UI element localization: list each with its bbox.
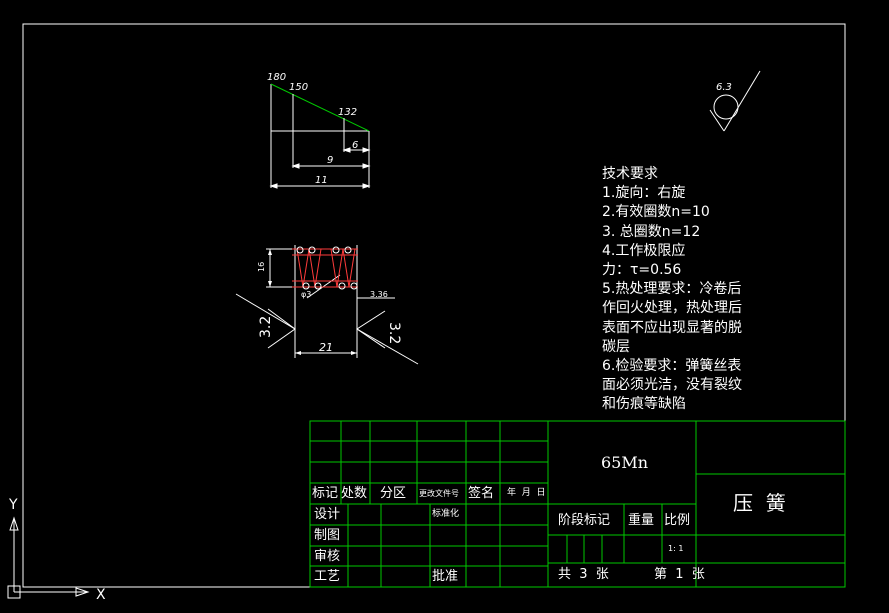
axis-y-label: Y <box>8 497 18 513</box>
part-name: 压 簧 <box>733 491 786 515</box>
req-line: 碳层 <box>602 338 630 355</box>
req-line: 和伤痕等缺陷 <box>602 396 686 413</box>
header-mark: 标记 <box>312 486 339 501</box>
total-sheets: 共 3 张 <box>558 567 609 582</box>
dim-label-9: 9 <box>327 155 333 166</box>
technical-requirements: 技术要求 1.旋向：右旋 2.有效圈数n=10 3. 总圈数n=12 4.工作极… <box>602 165 762 414</box>
force-diagram <box>269 83 371 189</box>
spring-dim-3-36: 3.36 <box>370 290 388 299</box>
row-standardize: 标准化 <box>432 509 460 519</box>
sheet-number: 第 1 张 <box>654 567 705 582</box>
roughness-left-label: 3.2 <box>258 316 274 338</box>
roughness-right-label: 3.2 <box>386 322 402 344</box>
force-label-180: 180 <box>267 72 286 83</box>
req-line: 面必须光洁，没有裂纹 <box>602 377 742 394</box>
row-process: 工艺 <box>314 569 341 584</box>
row-drawing: 制图 <box>314 528 341 543</box>
row-check: 审核 <box>314 549 341 564</box>
header-signature: 签名 <box>468 486 495 501</box>
weight-label: 重量 <box>628 513 655 528</box>
row-design: 设计 <box>314 507 341 522</box>
material-label: 65Mn <box>601 453 649 472</box>
roughness-label: 6.3 <box>716 82 732 93</box>
req-line: 作回火处理，热处理后 <box>602 300 742 317</box>
spring-dim-21: 21 <box>319 341 333 354</box>
req-line: 技术要求 <box>602 166 658 182</box>
row-approve: 批准 <box>432 569 459 584</box>
req-line: 1.旋向：右旋 <box>602 185 686 202</box>
req-line: 3. 总圈数n=12 <box>602 223 701 240</box>
ucs-icon <box>7 516 90 599</box>
dim-label-11: 11 <box>315 175 328 186</box>
force-label-150: 150 <box>289 82 308 93</box>
spring-dim-phi3: φ3 <box>301 290 311 299</box>
axis-x-label: X <box>96 587 106 603</box>
spring-dim-16: 16 <box>257 262 266 272</box>
req-line: 表面不应出现显著的脱 <box>602 319 742 336</box>
dim-label-6: 6 <box>352 140 358 151</box>
roughness-symbol <box>709 70 761 132</box>
header-date: 年 月 日 <box>507 488 546 498</box>
header-change-doc: 更改文件号 <box>419 489 459 498</box>
req-line: 6.检验要求：弹簧丝表 <box>602 357 742 374</box>
req-line: 力：τ=0.56 <box>602 261 682 278</box>
stage-mark: 阶段标记 <box>558 513 611 528</box>
req-line: 4.工作极限应 <box>602 242 686 259</box>
header-count: 处数 <box>341 486 368 501</box>
ratio-label: 比例 <box>664 513 691 528</box>
req-line: 5.热处理要求：冷卷后 <box>602 281 742 298</box>
force-label-132: 132 <box>338 107 357 118</box>
ratio-value: 1: 1 <box>668 544 684 553</box>
req-line: 2.有效圈数n=10 <box>602 204 710 221</box>
header-zone: 分区 <box>380 486 407 501</box>
